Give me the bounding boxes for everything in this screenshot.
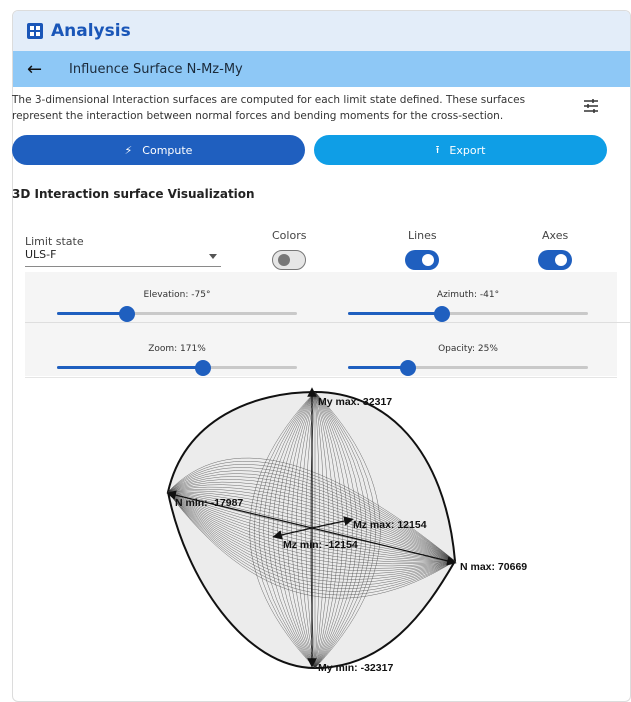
colors-toggle[interactable]	[272, 250, 306, 270]
tune-settings-icon[interactable]	[582, 97, 600, 115]
mz-max-label: Mz max: 12154	[353, 519, 427, 531]
slider-thumb[interactable]	[400, 360, 416, 376]
export-button[interactable]: ⭱ Export	[314, 135, 607, 165]
description-text: The 3-dimensional Interaction surfaces a…	[12, 94, 526, 122]
axes-label: Axes	[542, 229, 569, 242]
export-button-label: Export	[449, 143, 486, 157]
slider-thumb[interactable]	[433, 306, 450, 322]
back-arrow-icon[interactable]: ←	[27, 59, 49, 80]
zoom-label: Zoom: 171%	[148, 344, 206, 354]
divider	[25, 322, 630, 323]
lightning-icon: ⚡	[124, 143, 133, 157]
compute-button[interactable]: ⚡ Compute	[12, 135, 305, 165]
colors-label: Colors	[272, 229, 307, 242]
limit-state-select[interactable]: ULS-F	[25, 246, 221, 267]
zoom-slider[interactable]: Zoom: 171%	[57, 344, 297, 378]
dashboard-icon	[27, 23, 43, 39]
azimuth-label: Azimuth: -41°	[436, 290, 500, 300]
mz-min-label: Mz min: -12154	[283, 539, 358, 551]
surface-canvas[interactable]: My max: 32317 My min: -32317 N min: -179…	[25, 378, 617, 688]
toggle-knob	[422, 254, 434, 266]
toggle-knob	[278, 254, 290, 266]
my-min-label: My min: -32317	[318, 662, 393, 674]
slider-fill	[348, 366, 408, 369]
elevation-slider[interactable]: Elevation: -75°	[57, 290, 297, 324]
compute-button-label: Compute	[142, 143, 193, 157]
lines-toggle[interactable]	[405, 250, 439, 270]
app-header: Analysis	[13, 11, 630, 51]
opacity-label: Opacity: 25%	[438, 344, 498, 354]
slider-fill	[57, 312, 127, 315]
my-max-label: My max: 32317	[318, 396, 392, 408]
slider-thumb[interactable]	[195, 360, 212, 376]
opacity-slider[interactable]: Opacity: 25%	[348, 344, 588, 378]
azimuth-slider[interactable]: Azimuth: -41°	[348, 290, 588, 324]
lines-label: Lines	[408, 229, 437, 242]
axes-toggle[interactable]	[538, 250, 572, 270]
section-title: 3D Interaction surface Visualization	[12, 187, 255, 201]
subheader-bar: ← Influence Surface N-Mz-My	[13, 51, 630, 87]
limit-state-value: ULS-F	[25, 248, 57, 261]
slider-fill	[348, 312, 442, 315]
elevation-label: Elevation: -75°	[143, 290, 211, 300]
view-sliders: Elevation: -75° Azimuth: -41° Zoom: 171%…	[25, 272, 630, 378]
chevron-down-icon	[209, 254, 217, 259]
n-max-label: N max: 70669	[460, 561, 527, 573]
slider-thumb[interactable]	[118, 306, 135, 322]
upload-icon: ⭱	[435, 142, 440, 156]
interaction-surface-viz[interactable]: My max: 32317 My min: -32317 N min: -179…	[25, 377, 617, 691]
page-title: Influence Surface N-Mz-My	[69, 61, 243, 77]
toggle-knob	[555, 254, 567, 266]
slider-fill	[57, 366, 204, 369]
app-title: Analysis	[51, 21, 131, 41]
n-min-label: N min: -17987	[175, 497, 243, 509]
